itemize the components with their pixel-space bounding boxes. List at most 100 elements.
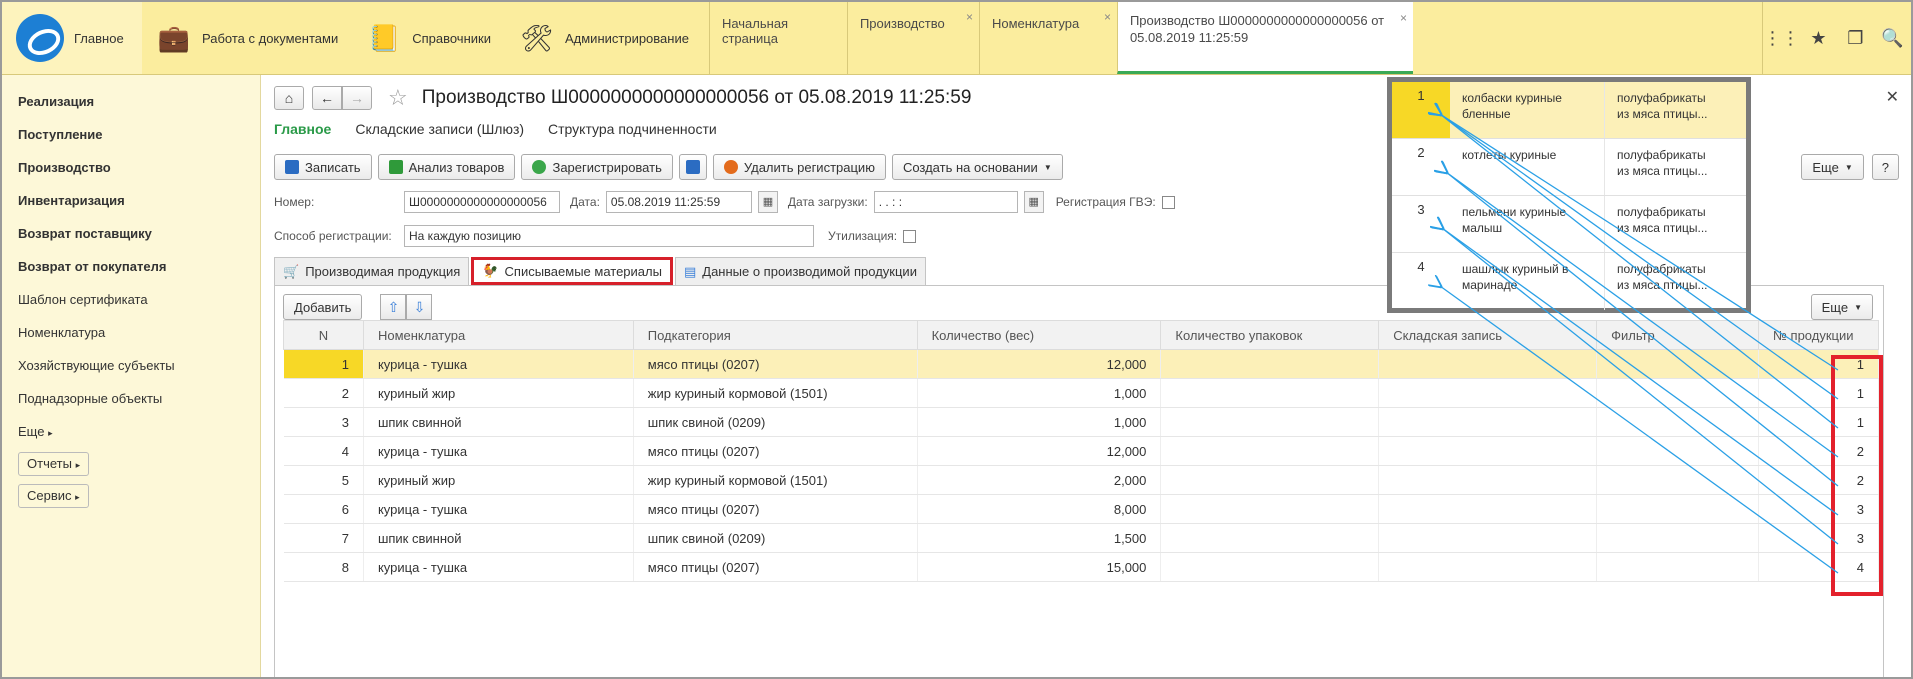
- delete-registration-button[interactable]: Удалить регистрацию: [712, 154, 886, 180]
- table-row[interactable]: 5 куриный жир жир куриный кормовой (1501…: [283, 465, 1880, 495]
- tab-start-page[interactable]: Начальная страница: [708, 2, 847, 74]
- create-based-on-button[interactable]: Создать на основании ▼: [891, 154, 1063, 180]
- forward-button[interactable]: →: [342, 86, 372, 110]
- dropdown-arrow-icon: ▼: [1844, 162, 1853, 172]
- register-button[interactable]: Зарегистрировать: [521, 154, 673, 180]
- sidebar-item-production[interactable]: Производство: [2, 151, 260, 184]
- sidebar-item-supervised-objects[interactable]: Поднадзорные объекты: [2, 382, 260, 415]
- home-section[interactable]: Главное: [2, 2, 142, 74]
- add-button[interactable]: Добавить: [283, 294, 363, 320]
- panel-more-button[interactable]: Еще ▼: [1810, 294, 1873, 320]
- tab-produced-product-data[interactable]: ▤ Данные о производимой продукции: [674, 257, 926, 285]
- table-row[interactable]: 6 курица - тушка мясо птицы (0207) 8,000…: [283, 494, 1880, 524]
- subnav-structure[interactable]: Структура подчиненности: [548, 121, 717, 137]
- search-icon[interactable]: 🔍: [1874, 28, 1911, 49]
- analyze-goods-label: Анализ товаров: [408, 159, 505, 175]
- data-icon: ▤: [683, 263, 697, 279]
- tab-produced-products[interactable]: 🛒 Производимая продукция: [274, 257, 470, 285]
- column-header-nomenclature[interactable]: Номенклатура: [362, 320, 634, 350]
- tab-production-list[interactable]: Производство ×: [846, 2, 979, 74]
- sidebar-item-return-supplier[interactable]: Возврат поставщику: [2, 217, 260, 250]
- tab-produced-products-label: Производимая продукция: [305, 264, 461, 279]
- table-row[interactable]: 8 курица - тушка мясо птицы (0207) 15,00…: [283, 552, 1880, 582]
- tab-produced-product-data-label: Данные о производимой продукции: [702, 264, 917, 279]
- calendar-icon[interactable]: ▦: [757, 191, 778, 213]
- save-button[interactable]: Записать: [274, 154, 372, 180]
- column-header-n[interactable]: N: [283, 320, 364, 350]
- row-nomenclature: курица - тушка: [363, 494, 634, 524]
- registration-method-field[interactable]: На каждую позицию: [404, 225, 814, 247]
- table-row[interactable]: 2 куриный жир жир куриный кормовой (1501…: [283, 378, 1880, 408]
- sidebar-more[interactable]: Еще ▸: [2, 415, 260, 448]
- item-category-line2: из мяса птицы...: [1617, 278, 1708, 292]
- tab-nomenclature[interactable]: Номенклатура ×: [978, 2, 1117, 74]
- load-date-field[interactable]: . . : :: [873, 191, 1018, 213]
- date-field[interactable]: 05.08.2019 11:25:59: [605, 191, 752, 213]
- sidebar-item-return-customer[interactable]: Возврат от покупателя: [2, 250, 260, 283]
- move-down-button[interactable]: ⇩: [406, 294, 433, 320]
- list-item[interactable]: 2 котлеты куриные полуфабрикаты из мяса п…: [1392, 139, 1746, 196]
- back-button[interactable]: ←: [312, 86, 342, 110]
- microscope-button[interactable]: [678, 154, 707, 180]
- sidebar-item-sales[interactable]: Реализация: [2, 85, 260, 118]
- column-header-subcategory[interactable]: Подкатегория: [632, 320, 918, 350]
- row-subcategory: жир куриный кормовой (1501): [633, 465, 918, 495]
- table-row[interactable]: 4 курица - тушка мясо птицы (0207) 12,00…: [283, 436, 1880, 466]
- briefcase-icon: 💼: [157, 22, 191, 53]
- list-item[interactable]: 4 шашлык куриный в маринаде полуфабрикаты…: [1392, 253, 1746, 310]
- home-button[interactable]: ⌂: [274, 86, 304, 110]
- column-header-filter[interactable]: Фильтр: [1596, 320, 1759, 350]
- table-row[interactable]: 3 шпик свинной шпик свиной (0209) 1,000 …: [283, 407, 1880, 437]
- column-header-product-number[interactable]: № продукции: [1757, 320, 1880, 350]
- close-icon[interactable]: ×: [1104, 10, 1111, 24]
- chevron-right-icon: ▸: [75, 460, 81, 470]
- nav-references[interactable]: 📒 Справочники: [352, 2, 505, 74]
- close-icon[interactable]: ✕: [1886, 87, 1899, 107]
- close-icon[interactable]: ×: [1400, 10, 1407, 27]
- utilization-checkbox[interactable]: [903, 229, 917, 243]
- table-row[interactable]: 7 шпик свинной шпик свиной (0209) 1,500 …: [283, 523, 1880, 553]
- grid-icon[interactable]: ⋮⋮: [1763, 28, 1800, 49]
- tab-production-document[interactable]: Производство Ш0000000000000000056 от 05.…: [1116, 2, 1413, 74]
- sidebar-item-business-entities[interactable]: Хозяйствующие субъекты: [2, 349, 260, 382]
- materials-icon: 🐓: [482, 263, 499, 278]
- list-item[interactable]: 3 пельмени куриные малыш полуфабрикаты из …: [1392, 196, 1746, 253]
- nav-administration[interactable]: 🛠 Администрирование: [505, 2, 703, 74]
- sidebar-item-certificate-template[interactable]: Шаблон сертификата: [2, 283, 260, 316]
- row-packages: [1160, 552, 1380, 582]
- list-item[interactable]: 1 колбаски куриные бленные полуфабрикаты и…: [1392, 82, 1746, 139]
- row-warehouse-record: [1378, 465, 1598, 495]
- row-subcategory: мясо птицы (0207): [633, 436, 918, 466]
- row-filter: [1596, 436, 1759, 466]
- service-button[interactable]: Сервис ▸: [18, 484, 89, 508]
- dropdown-arrow-icon: ▼: [1854, 302, 1862, 312]
- subnav-warehouse-records[interactable]: Складские записи (Шлюз): [355, 121, 524, 137]
- more-button[interactable]: Еще ▼: [1801, 154, 1864, 180]
- home-label[interactable]: Главное: [74, 31, 124, 46]
- row-packages: [1160, 407, 1380, 437]
- table-row[interactable]: 1 курица - тушка мясо птицы (0207) 12,00…: [283, 349, 1880, 379]
- gve-registration-checkbox[interactable]: [1161, 195, 1175, 209]
- column-header-warehouse-record[interactable]: Складская запись: [1378, 320, 1598, 350]
- subnav-main[interactable]: Главное: [274, 121, 331, 137]
- calendar-icon[interactable]: ▦: [1023, 191, 1044, 213]
- item-name: колбаски куриные бленные: [1450, 82, 1605, 138]
- close-icon[interactable]: ×: [966, 10, 973, 24]
- sidebar-item-nomenclature[interactable]: Номенклатура: [2, 316, 260, 349]
- help-button[interactable]: ?: [1871, 154, 1899, 180]
- number-field[interactable]: Ш0000000000000000056: [404, 191, 560, 213]
- reports-button[interactable]: Отчеты ▸: [18, 452, 90, 476]
- favorite-star-icon[interactable]: ☆: [388, 85, 408, 111]
- sidebar-item-inventory[interactable]: Инвентаризация: [2, 184, 260, 217]
- analyze-goods-button[interactable]: Анализ товаров: [377, 154, 516, 180]
- column-header-packages[interactable]: Количество упаковок: [1160, 320, 1380, 350]
- star-icon[interactable]: ★: [1800, 28, 1837, 49]
- item-category: полуфабрикаты из мяса птицы...: [1605, 196, 1735, 252]
- column-header-weight[interactable]: Количество (вес): [916, 320, 1162, 350]
- move-up-button[interactable]: ⇧: [380, 294, 407, 320]
- sidebar-item-receipt[interactable]: Поступление: [2, 118, 260, 151]
- nav-documents[interactable]: 💼 Работа с документами: [142, 2, 352, 74]
- tab-written-off-materials[interactable]: 🐓 Списываемые материалы: [471, 257, 673, 285]
- item-name-line1: котлеты куриные: [1462, 148, 1557, 162]
- history-icon[interactable]: ❐: [1837, 28, 1874, 49]
